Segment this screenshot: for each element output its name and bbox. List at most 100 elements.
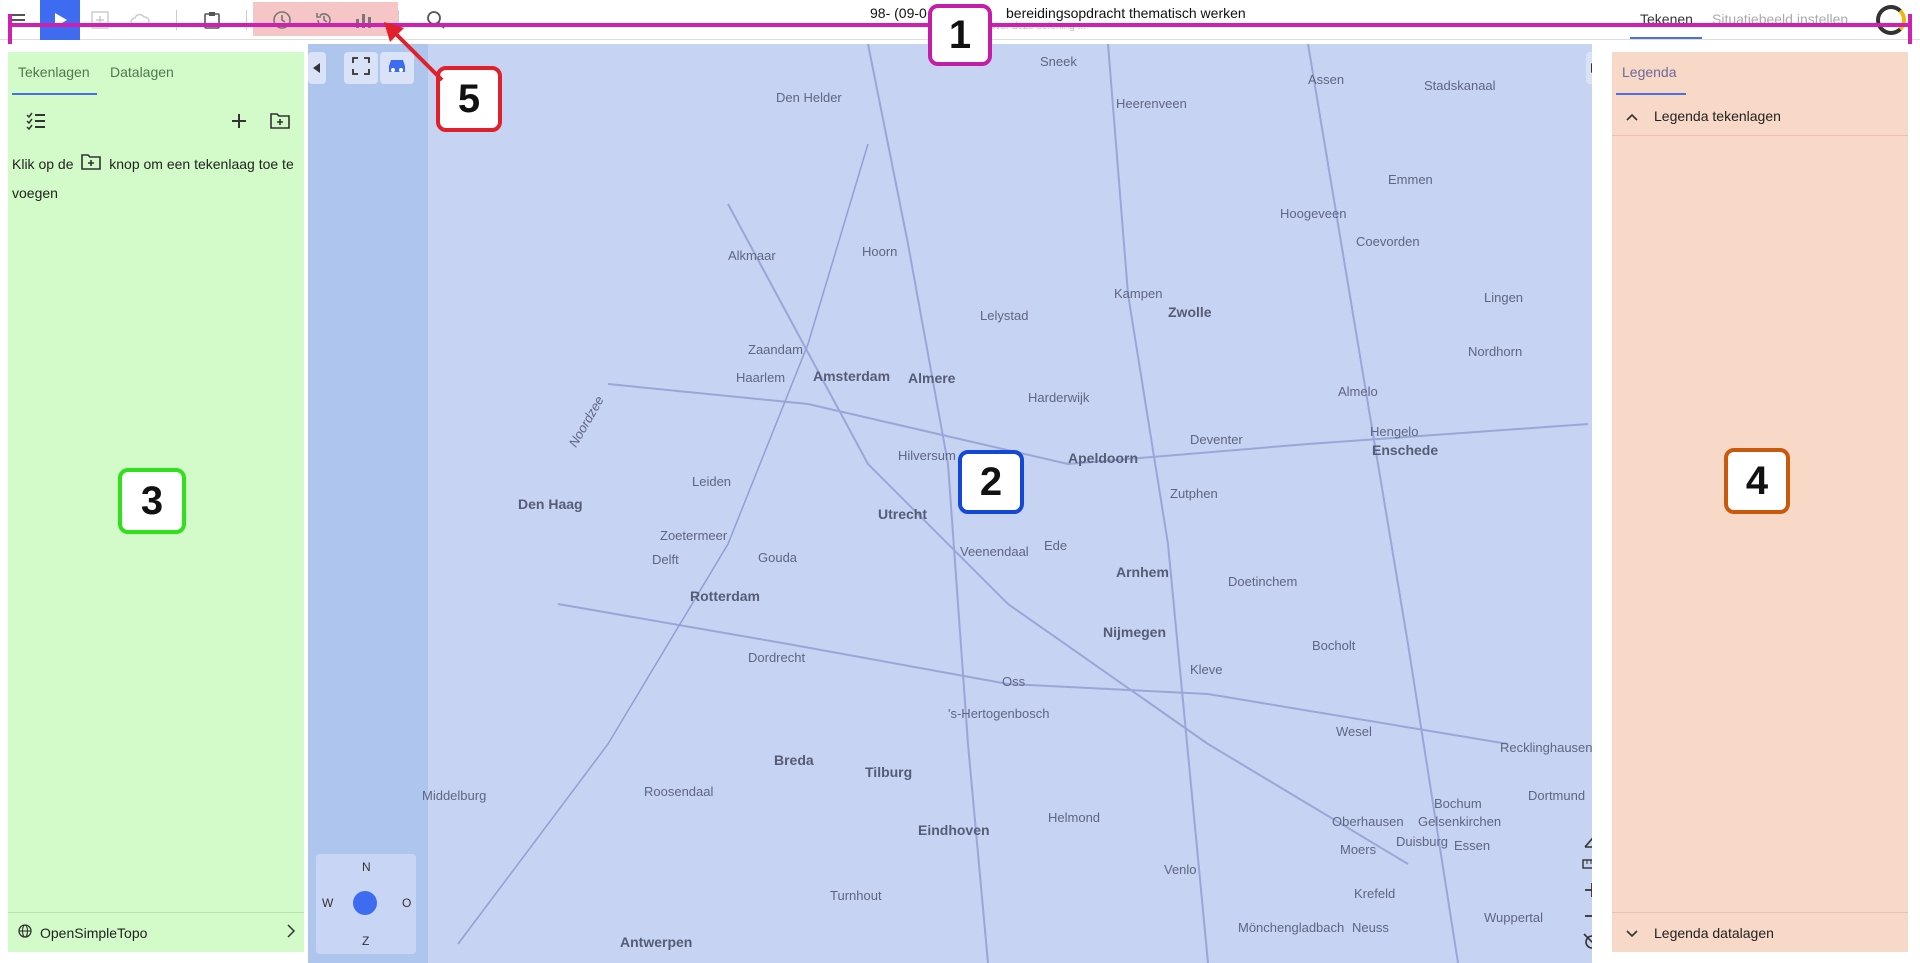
active-tab-indicator (12, 93, 97, 95)
map-label: Ede (1044, 538, 1068, 553)
annotation-line-1-left (8, 14, 12, 44)
annotation-line-1-right (1908, 14, 1912, 44)
document-title-start: 98- (09-0 (870, 5, 927, 21)
map-label: Bochum (1434, 796, 1482, 811)
chart-icon[interactable] (346, 4, 382, 36)
map-label: Haarlem (736, 370, 786, 385)
legend-data-layers-section[interactable]: Legenda datalagen (1612, 912, 1908, 952)
compass-center[interactable] (353, 891, 377, 915)
basemap-label: OpenSimpleTopo (40, 924, 148, 941)
cloud-icon[interactable] (122, 4, 158, 36)
legend-drawing-layers-section[interactable]: Legenda tekenlagen (1612, 96, 1908, 136)
chevron-down-icon (1626, 925, 1638, 941)
map-label: Venlo (1164, 862, 1197, 877)
map-label: Leiden (692, 474, 732, 489)
active-tab-indicator (1616, 93, 1686, 95)
map-label: Tilburg (865, 764, 913, 780)
zoom-out-icon[interactable] (1580, 904, 1592, 928)
ruler-icon[interactable] (1580, 852, 1592, 876)
add-tab-icon[interactable] (82, 4, 118, 36)
map-label: Utrecht (878, 506, 928, 522)
map-label: Wuppertal (1484, 910, 1544, 925)
map-label: Stadskanaal (1424, 78, 1496, 93)
compass-south: Z (362, 934, 370, 948)
map-label: Moers (1340, 842, 1377, 857)
map-label: Krefeld (1354, 886, 1396, 901)
fullscreen-button[interactable] (344, 52, 378, 84)
annotation-arrow-5 (384, 22, 444, 82)
map-label: Neuss (1352, 920, 1389, 935)
basemap-selector[interactable]: OpenSimpleTopo (8, 912, 304, 952)
app-logo (1876, 5, 1906, 35)
annotation-badge-4: 4 (1724, 448, 1790, 514)
map-label: Zwolle (1168, 304, 1212, 320)
map-label: Zutphen (1170, 486, 1218, 501)
map-label: Hoorn (862, 244, 898, 259)
map-label: Heerenveen (1116, 96, 1187, 111)
map-label: Rotterdam (690, 588, 761, 604)
map-view[interactable]: Amsterdam Almere Haarlem Utrecht Den Haa… (308, 44, 1592, 963)
map-label: Dortmund (1528, 788, 1586, 803)
legend-data-layers-label: Legenda datalagen (1654, 924, 1774, 941)
map-label: Oss (1002, 674, 1026, 689)
map-label: Emmen (1388, 172, 1433, 187)
map-label: Middelburg (422, 788, 487, 803)
map-label: 's-Hertogenbosch (948, 706, 1050, 721)
fullscreen-icon (352, 56, 370, 80)
clock-icon[interactable] (264, 4, 300, 36)
play-icon[interactable] (40, 0, 80, 40)
map-label: Kampen (1114, 286, 1163, 301)
location-off-icon[interactable] (1580, 928, 1592, 956)
measure-angle-icon[interactable] (1580, 828, 1592, 852)
map-label: Den Haag (518, 496, 583, 512)
chevron-up-icon (1626, 108, 1638, 124)
map-label: Turnhout (830, 888, 882, 903)
map-label: Coevorden (1356, 234, 1420, 249)
zoom-in-icon[interactable] (1580, 876, 1592, 904)
add-folder-icon[interactable] (270, 111, 290, 134)
collapse-left-panel-button[interactable] (308, 52, 326, 84)
map-label: Almelo (1338, 384, 1378, 399)
map-label: Roosendaal (644, 784, 714, 799)
hint-text-start: Klik op de (12, 156, 74, 172)
clipboard-icon[interactable] (194, 4, 230, 36)
map-label: Doetinchem (1228, 574, 1298, 589)
map-label: Delft (652, 552, 679, 567)
map-label: Lingen (1484, 290, 1524, 305)
compass-east: O (402, 896, 412, 910)
map-label: Amsterdam (813, 368, 891, 384)
map-label: Essen (1454, 838, 1491, 853)
map-label: Apeldoorn (1068, 450, 1138, 466)
checklist-icon[interactable] (26, 112, 46, 135)
map-label: Harderwijk (1028, 390, 1090, 405)
tab-drawing-layers[interactable]: Tekenlagen (18, 64, 90, 80)
add-layer-icon[interactable] (230, 112, 248, 135)
tab-legend[interactable]: Legenda (1622, 64, 1677, 80)
map-label: Dordrecht (748, 650, 806, 665)
map-label: Zoetermeer (660, 528, 728, 543)
map-label: Mönchengladbach (1238, 920, 1345, 935)
compass-west: W (322, 896, 334, 910)
tab-data-layers[interactable]: Datalagen (110, 64, 174, 80)
annotation-badge-2: 2 (958, 450, 1024, 514)
history-icon[interactable] (306, 4, 342, 36)
map-label: Hilversum (898, 448, 956, 463)
map-label: Enschede (1372, 442, 1439, 458)
map-label: Sneek (1040, 54, 1077, 69)
map-label: Helmond (1048, 810, 1101, 825)
add-layer-hint: Klik op de knop om een tekenlaag toe te … (12, 150, 300, 207)
compass[interactable]: N W O Z (316, 854, 416, 954)
map-label: Kleve (1190, 662, 1223, 677)
map-label: Zaandam (748, 342, 803, 357)
map-label: Alkmaar (728, 248, 776, 263)
map-label: Duisburg (1396, 834, 1449, 849)
collapse-right-panel-button[interactable] (1586, 52, 1592, 84)
map-label: Deventer (1190, 432, 1243, 447)
map-label: Gelsenkirchen (1418, 814, 1502, 829)
document-title-end: bereidingsopdracht thematisch werken (1006, 5, 1246, 21)
annotation-badge-1: 1 (928, 4, 992, 66)
map-label: Oberhausen (1332, 814, 1404, 829)
chevron-right-icon (286, 924, 296, 941)
map-label: Lelystad (980, 308, 1029, 323)
map-label: Breda (774, 752, 814, 768)
